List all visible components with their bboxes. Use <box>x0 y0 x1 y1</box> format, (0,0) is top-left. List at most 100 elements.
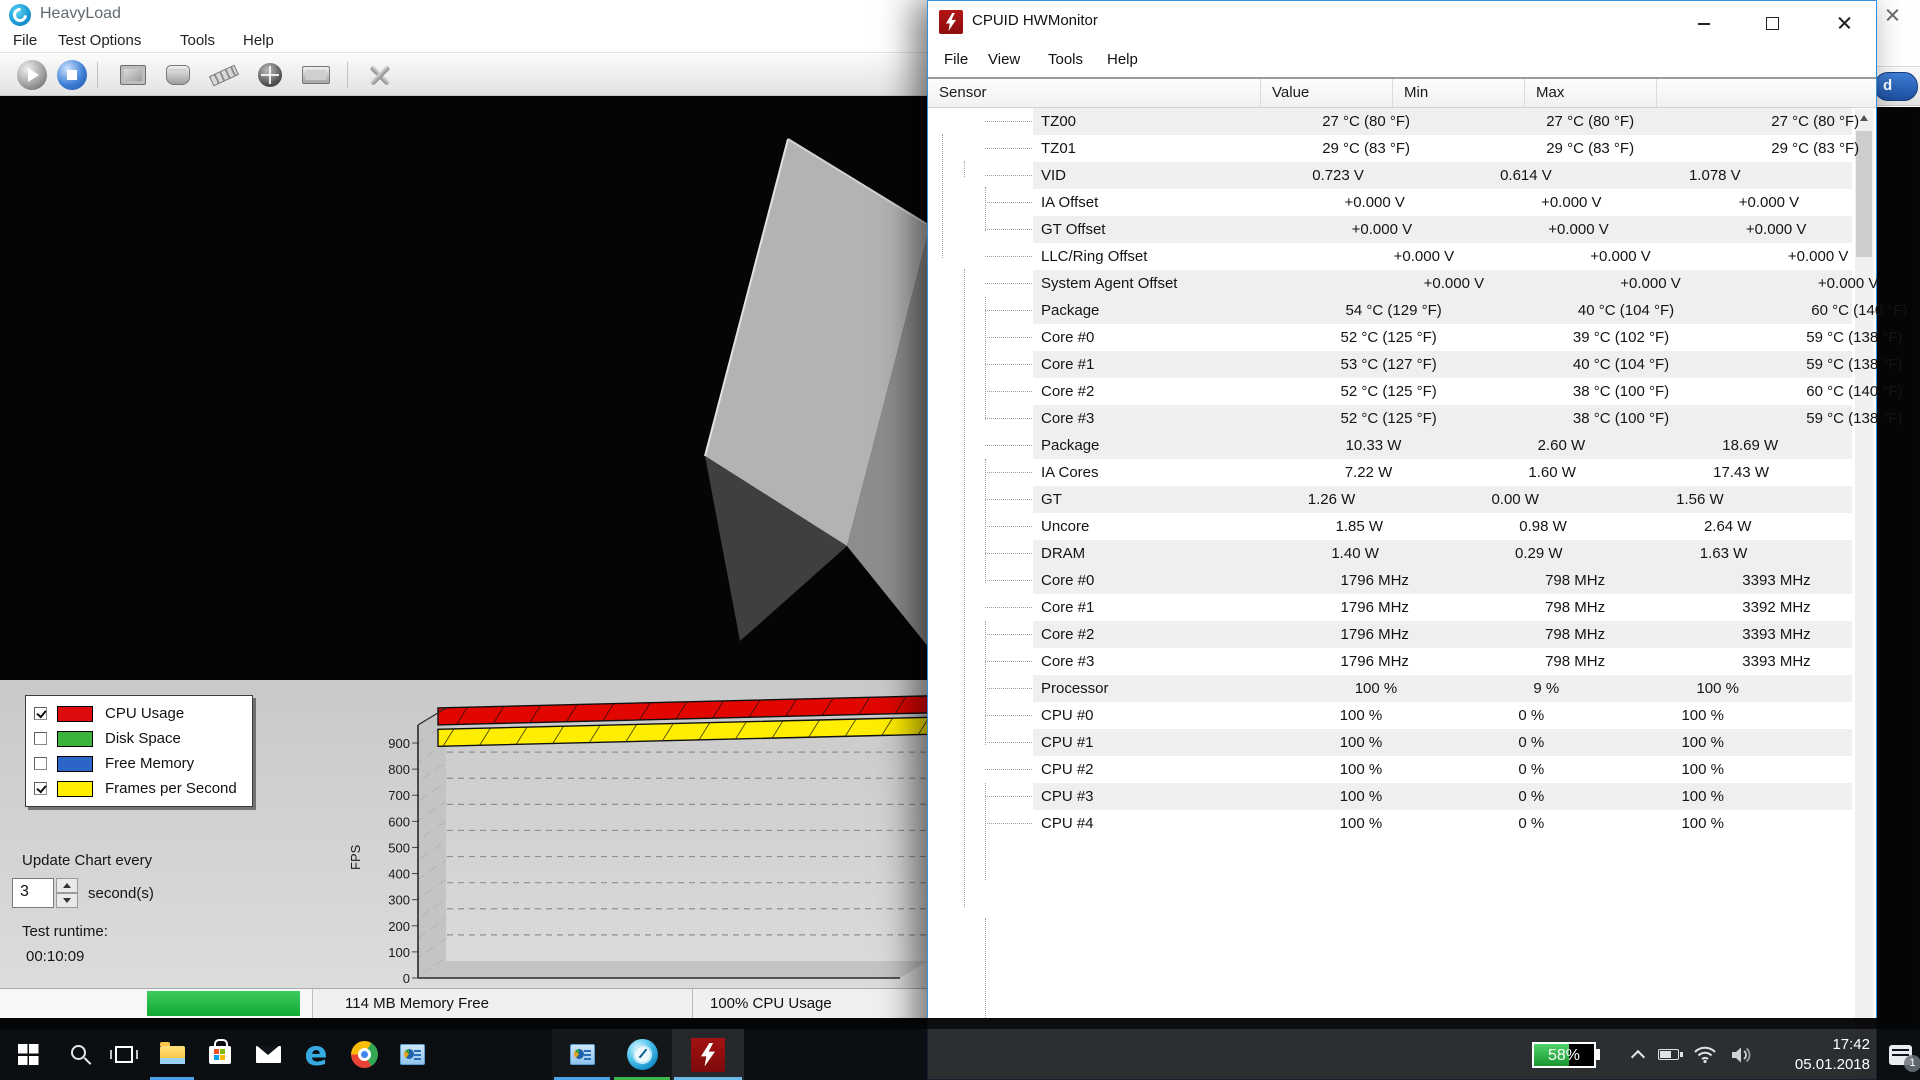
fan-stress-button[interactable] <box>252 59 288 91</box>
cpu-stress-button[interactable] <box>115 59 151 91</box>
stepper-up-icon[interactable] <box>56 878 78 893</box>
sensor-row[interactable]: Core #1 1796 MHz 798 MHz 3392 MHz <box>928 594 1876 621</box>
legend-checkbox[interactable] <box>34 707 47 720</box>
sensor-max: 100 % <box>1696 680 1739 697</box>
action-center-icon[interactable]: 1 <box>1889 1045 1912 1065</box>
sensor-min: 38 °C (100 °F) <box>1573 383 1669 400</box>
legend-checkbox[interactable] <box>34 782 47 795</box>
system-monitor-button[interactable] <box>388 1029 436 1080</box>
sensor-name: IA Offset <box>1041 194 1098 211</box>
sensor-row[interactable]: GT 1.26 W 0.00 W 1.56 W <box>928 486 1876 513</box>
sensor-row[interactable]: TZ00 27 °C (80 °F) 27 °C (80 °F) 27 °C (… <box>928 108 1876 135</box>
hwmonitor-titlebar[interactable]: CPUID HWMonitor <box>928 1 1876 45</box>
sensor-row[interactable]: IA Cores 7.22 W 1.60 W 17.43 W <box>928 459 1876 486</box>
settings-wrench-icon <box>366 61 394 89</box>
task-view-button[interactable] <box>100 1029 148 1080</box>
settings-button[interactable] <box>362 59 398 91</box>
heavyload-window-title: HeavyLoad <box>40 5 121 23</box>
interval-stepper[interactable] <box>56 878 78 908</box>
heavyload-logo-icon <box>9 4 31 26</box>
scrollbar[interactable] <box>1855 109 1873 1079</box>
legend-checkbox[interactable] <box>34 757 47 770</box>
menu-item[interactable]: Tools <box>1048 51 1083 68</box>
store-button[interactable] <box>196 1029 244 1080</box>
sensor-min: 0.29 W <box>1515 545 1563 562</box>
runtime-value: 00:10:09 <box>26 948 84 965</box>
system-monitor-button-2[interactable] <box>552 1029 612 1080</box>
sensor-row[interactable]: GT Offset +0.000 V +0.000 V +0.000 V <box>928 216 1876 243</box>
sensor-row[interactable]: CPU #3 100 % 0 % 100 % <box>928 783 1876 810</box>
sensor-row[interactable]: Processor 100 % 9 % 100 % <box>928 675 1876 702</box>
menu-item[interactable]: Test Options <box>58 32 141 49</box>
legend-checkbox[interactable] <box>34 732 47 745</box>
clock[interactable]: 17:42 05.01.2018 <box>1768 1035 1870 1075</box>
interval-input[interactable]: 3 <box>12 878 54 908</box>
battery-icon[interactable] <box>1658 1049 1679 1060</box>
sensor-row[interactable]: Package 54 °C (129 °F) 40 °C (104 °F) 60… <box>928 297 1876 324</box>
sensor-row[interactable]: Core #1 53 °C (127 °F) 40 °C (104 °F) 59… <box>928 351 1876 378</box>
gpu-stress-button[interactable] <box>298 59 334 91</box>
battery-percent: 58% <box>1534 1044 1594 1066</box>
tree-stub <box>985 769 1032 770</box>
disk-stress-button[interactable] <box>160 59 196 91</box>
sensor-row[interactable]: LLC/Ring Offset +0.000 V +0.000 V +0.000… <box>928 243 1876 270</box>
sensor-value: 1.26 W <box>1308 491 1356 508</box>
sensor-row[interactable]: DRAM 1.40 W 0.29 W 1.63 W <box>928 540 1876 567</box>
heavyload-close-button[interactable] <box>1884 6 1902 24</box>
start-test-button[interactable] <box>14 59 50 91</box>
hwmonitor-button[interactable] <box>672 1029 744 1080</box>
sensor-row[interactable]: VID 0.723 V 0.614 V 1.078 V <box>928 162 1876 189</box>
stepper-down-icon[interactable] <box>56 893 78 908</box>
menu-item[interactable]: Help <box>243 32 274 49</box>
column-header[interactable]: Sensor <box>928 79 1261 107</box>
wifi-icon[interactable] <box>1694 1046 1716 1063</box>
sensor-row[interactable]: CPU #2 100 % 0 % 100 % <box>928 756 1876 783</box>
battery-widget[interactable]: 58% <box>1532 1042 1596 1068</box>
hwmonitor-menubar: File View Tools Help <box>928 45 1876 77</box>
sensor-row[interactable]: Uncore 1.85 W 0.98 W 2.64 W <box>928 513 1876 540</box>
menu-item[interactable]: File <box>13 32 37 49</box>
menu-item[interactable]: View <box>988 51 1020 68</box>
sensor-row[interactable]: Core #2 1796 MHz 798 MHz 3393 MHz <box>928 621 1876 648</box>
sensor-min: 27 °C (80 °F) <box>1546 113 1634 130</box>
sensor-row[interactable]: Core #3 52 °C (125 °F) 38 °C (100 °F) 59… <box>928 405 1876 432</box>
sensor-row[interactable]: TZ01 29 °C (83 °F) 29 °C (83 °F) 29 °C (… <box>928 135 1876 162</box>
sensor-row[interactable]: Core #2 52 °C (125 °F) 38 °C (100 °F) 60… <box>928 378 1876 405</box>
sensor-row[interactable]: Core #3 1796 MHz 798 MHz 3393 MHz <box>928 648 1876 675</box>
sensor-row[interactable]: CPU #0 100 % 0 % 100 % <box>928 702 1876 729</box>
sensor-row[interactable]: CPU #1 100 % 0 % 100 % <box>928 729 1876 756</box>
mail-button[interactable] <box>244 1029 292 1080</box>
sensor-row[interactable]: System Agent Offset +0.000 V +0.000 V +0… <box>928 270 1876 297</box>
sensor-row[interactable]: IA Offset +0.000 V +0.000 V +0.000 V <box>928 189 1876 216</box>
search-button[interactable] <box>52 1029 100 1080</box>
svg-text:400: 400 <box>388 867 410 882</box>
menu-item[interactable]: Tools <box>180 32 215 49</box>
sensor-row[interactable]: CPU #4 100 % 0 % 100 % <box>928 810 1876 837</box>
maximize-button[interactable] <box>1749 8 1795 38</box>
menu-item[interactable]: File <box>944 51 968 68</box>
edge-button[interactable] <box>292 1029 340 1080</box>
column-header[interactable]: Value <box>1261 79 1393 107</box>
speaker-icon[interactable] <box>1731 1046 1753 1064</box>
chrome-button[interactable] <box>340 1029 388 1080</box>
minimize-button[interactable] <box>1681 8 1727 38</box>
sensor-row[interactable]: Package 10.33 W 2.60 W 18.69 W <box>928 432 1876 459</box>
sensor-min: +0.000 V <box>1548 221 1608 238</box>
hidden-icons-chevron-icon[interactable] <box>1631 1050 1645 1064</box>
stop-test-button[interactable] <box>54 59 90 91</box>
heavyload-button[interactable] <box>612 1029 672 1080</box>
sensor-name: Core #3 <box>1041 410 1094 427</box>
toolbar-separator <box>347 62 348 88</box>
column-header[interactable]: Min <box>1393 79 1525 107</box>
sensor-row[interactable]: Core #0 1796 MHz 798 MHz 3393 MHz <box>928 567 1876 594</box>
sensor-row[interactable]: Core #0 52 °C (125 °F) 39 °C (102 °F) 59… <box>928 324 1876 351</box>
file-explorer-button[interactable] <box>148 1029 196 1080</box>
menu-item[interactable]: Help <box>1107 51 1138 68</box>
column-header[interactable]: Max <box>1525 79 1657 107</box>
memory-stress-button[interactable] <box>206 59 242 91</box>
legend-item: CPU Usage <box>34 701 244 726</box>
start-button[interactable] <box>4 1029 52 1080</box>
close-button[interactable] <box>1821 8 1867 38</box>
tree-stub <box>985 742 1032 743</box>
partial-blue-button[interactable]: d <box>1874 72 1918 101</box>
